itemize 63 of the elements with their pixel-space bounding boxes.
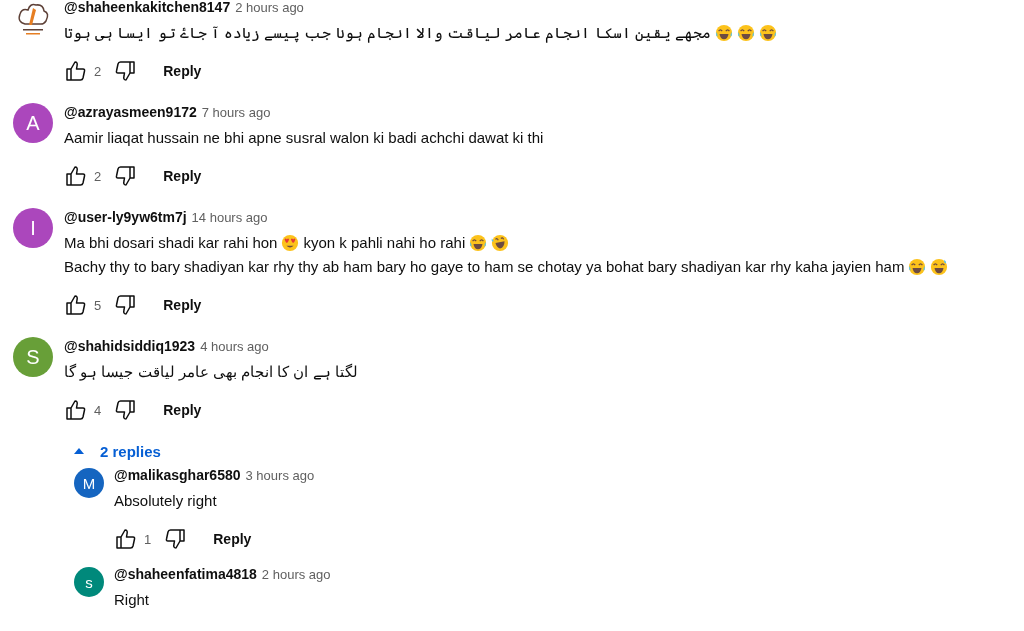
reply-button[interactable]: Reply — [159, 59, 206, 83]
comment-author[interactable]: @shaheenkakitchen8147 — [64, 0, 231, 16]
heart-eyes-face-icon — [281, 234, 300, 252]
comment-author[interactable]: @azrayasmeen9172 — [64, 103, 197, 121]
reply-button[interactable]: Reply — [209, 527, 256, 551]
comment-author[interactable]: @user-ly9yw6tm7j — [64, 208, 187, 226]
comment-text: لگتا ہے ان کا انجام بھی عامر لیاقت جیسا ہو گا — [64, 362, 358, 383]
sweat-smile-face-icon — [930, 258, 949, 276]
thumbs-down-icon — [163, 527, 188, 551]
thumbs-down-icon — [113, 398, 138, 422]
laughing-face-icon — [714, 24, 733, 42]
comment-text: Absolutely right — [114, 491, 217, 511]
reply-button[interactable]: Reply — [159, 398, 206, 422]
like-button[interactable] — [64, 164, 88, 188]
dislike-button[interactable] — [113, 164, 138, 188]
comment-text: kyon k pahli nahi ho rahi — [303, 233, 466, 253]
avatar[interactable]: A — [13, 103, 53, 143]
comment-time[interactable]: 7 hours ago — [201, 104, 271, 122]
avatar[interactable]: M — [74, 468, 104, 498]
comment-time[interactable]: 2 hours ago — [235, 0, 304, 17]
comment-text: Bachy thy to bary shadiyan kar rhy thy ab ham bary ho gaye to ham se chotay ya bohat bary shadiyan kar rhy kaha jayien ham — [64, 257, 905, 277]
comment-time[interactable]: 4 hours ago — [200, 338, 269, 356]
like-count: 4 — [94, 402, 102, 418]
replies-toggle[interactable]: 2 replies — [2, 436, 161, 466]
like-count: 2 — [94, 168, 102, 184]
reply-button[interactable]: Reply — [159, 164, 206, 188]
comment-author[interactable]: @shaheenfatima4818 — [114, 565, 257, 583]
dislike-button[interactable] — [113, 398, 138, 422]
rolling-laughing-face-icon — [491, 234, 510, 252]
comment-text: Right — [114, 590, 150, 610]
laughing-face-icon — [469, 234, 488, 252]
thumbs-up-icon — [64, 293, 88, 317]
comment-time[interactable]: 3 hours ago — [245, 467, 315, 485]
avatar[interactable]: I — [13, 208, 53, 248]
comment-text: مجھے یقین اسکا انجام عامر لیاقت والا انجام ہونا جب پیسے زیادہ آ جاۓ تو ایسا ہی ہوتا — [64, 23, 711, 45]
comment-author[interactable]: @malikasghar6580 — [114, 466, 241, 484]
thumbs-up-icon — [64, 164, 88, 188]
like-count: 2 — [94, 63, 102, 79]
thumbs-down-icon — [113, 164, 138, 188]
avatar[interactable]: s — [74, 567, 104, 597]
comment-time[interactable]: 14 hours ago — [191, 209, 268, 227]
reply-button[interactable]: Reply — [159, 293, 206, 317]
like-button[interactable] — [64, 293, 88, 317]
laughing-face-icon — [758, 24, 777, 42]
dislike-button[interactable] — [113, 59, 138, 83]
comment-text: Ma bhi dosari shadi kar rahi hon — [64, 233, 278, 253]
thumbs-up-icon — [114, 527, 138, 551]
thumbs-down-icon — [113, 59, 138, 83]
like-button[interactable] — [114, 527, 138, 551]
dislike-button[interactable] — [163, 527, 188, 551]
comment-time[interactable]: 2 hours ago — [261, 566, 331, 584]
like-count: 5 — [94, 297, 102, 313]
thumbs-up-icon — [64, 398, 88, 422]
like-button[interactable] — [64, 398, 88, 422]
dislike-button[interactable] — [113, 293, 138, 317]
laughing-face-icon — [736, 24, 755, 42]
comment-text: Aamir liaqat hussain ne bhi apne susral walon ki badi achchi dawat ki thi — [64, 128, 544, 148]
comment-author[interactable]: @shahidsiddiq1923 — [64, 337, 196, 355]
like-count: 1 — [144, 531, 152, 547]
thumbs-up-icon — [64, 59, 88, 83]
laughing-face-icon — [908, 258, 927, 276]
thumbs-down-icon — [113, 293, 138, 317]
like-button[interactable] — [64, 59, 88, 83]
